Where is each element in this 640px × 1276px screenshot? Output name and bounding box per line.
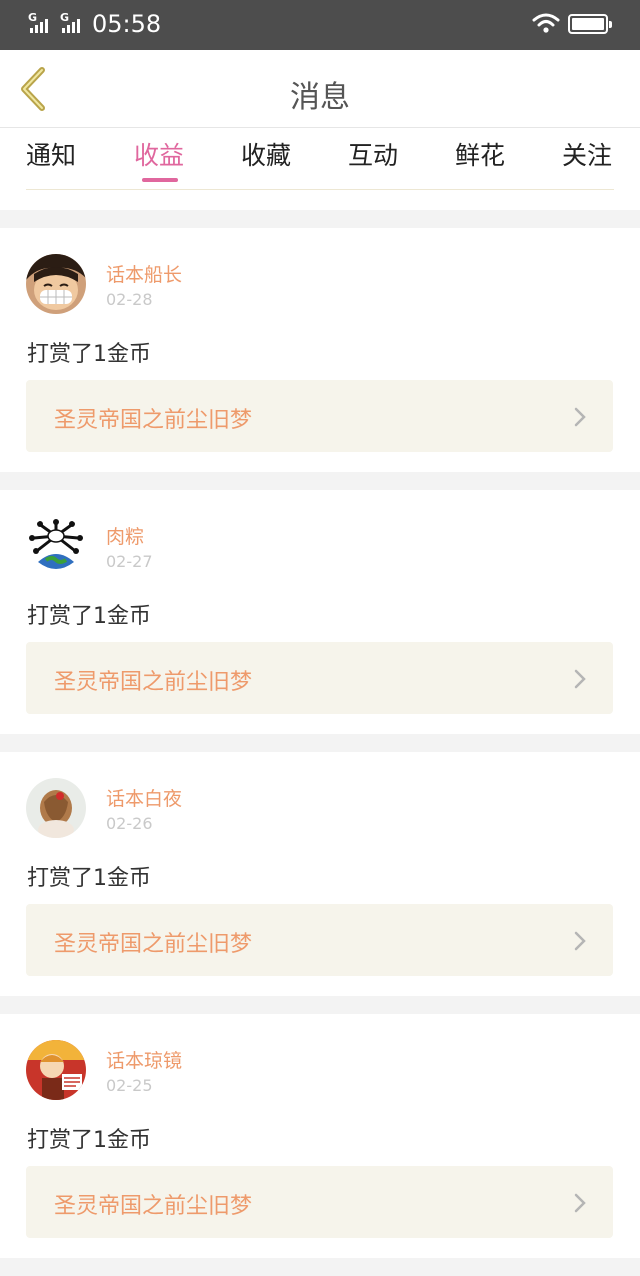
chevron-right-icon	[574, 931, 586, 951]
tab-bar: 通知 收益 收藏 互动 鲜花 关注	[0, 128, 640, 210]
book-title: 圣灵帝国之前尘旧梦	[54, 1194, 253, 1219]
book-title: 圣灵帝国之前尘旧梦	[54, 932, 253, 957]
wifi-icon	[532, 13, 560, 33]
book-link-button[interactable]: 圣灵帝国之前尘旧梦	[26, 904, 613, 976]
earth-avatar[interactable]	[26, 516, 86, 576]
username[interactable]: 话本琼镜	[106, 1046, 182, 1073]
message-text: 打赏了1金币	[27, 604, 151, 629]
message-card: 话本琼镜 02-25 打赏了1金币 圣灵帝国之前尘旧梦	[0, 1014, 640, 1258]
chevron-right-icon	[574, 407, 586, 427]
message-text: 打赏了1金币	[27, 342, 151, 367]
book-link-button[interactable]: 圣灵帝国之前尘旧梦	[26, 642, 613, 714]
chevron-right-icon	[574, 669, 586, 689]
message-text: 打赏了1金币	[27, 866, 151, 891]
tab-notifications[interactable]: 通知	[26, 138, 76, 178]
chevron-right-icon	[574, 1193, 586, 1213]
luffy-avatar[interactable]	[26, 254, 86, 314]
page-title: 消息	[290, 80, 350, 115]
message-card: 话本船长 02-28 打赏了1金币 圣灵帝国之前尘旧梦	[0, 228, 640, 472]
tab-following[interactable]: 关注	[562, 138, 612, 178]
tab-interactions[interactable]: 互动	[348, 138, 398, 178]
book-link-button[interactable]: 圣灵帝国之前尘旧梦	[26, 380, 613, 452]
book-title: 圣灵帝国之前尘旧梦	[54, 408, 253, 433]
username[interactable]: 话本船长	[106, 260, 182, 287]
message-date: 02-27	[106, 552, 153, 571]
battery-icon	[568, 14, 612, 34]
message-card: 肉粽 02-27 打赏了1金币 圣灵帝国之前尘旧梦	[0, 490, 640, 734]
divider	[26, 189, 614, 190]
book-link-button[interactable]: 圣灵帝国之前尘旧梦	[26, 1166, 613, 1238]
username[interactable]: 肉粽	[106, 522, 144, 549]
username[interactable]: 话本白夜	[106, 784, 182, 811]
message-text: 打赏了1金币	[27, 1128, 151, 1153]
girl-avatar[interactable]	[26, 778, 86, 838]
cartoon-avatar[interactable]	[26, 1040, 86, 1100]
message-date: 02-28	[106, 290, 153, 309]
tab-favorites[interactable]: 收藏	[241, 138, 291, 178]
tab-flowers[interactable]: 鲜花	[455, 138, 505, 178]
message-date: 02-25	[106, 1076, 153, 1095]
header: 消息	[0, 50, 640, 128]
message-date: 02-26	[106, 814, 153, 833]
active-tab-indicator	[142, 178, 178, 182]
status-bar: G G 05:58	[0, 0, 640, 50]
clock: 05:58	[92, 10, 162, 38]
book-title: 圣灵帝国之前尘旧梦	[54, 670, 253, 695]
message-card: 话本白夜 02-26 打赏了1金币 圣灵帝国之前尘旧梦	[0, 752, 640, 996]
tab-earnings[interactable]: 收益	[134, 138, 184, 178]
